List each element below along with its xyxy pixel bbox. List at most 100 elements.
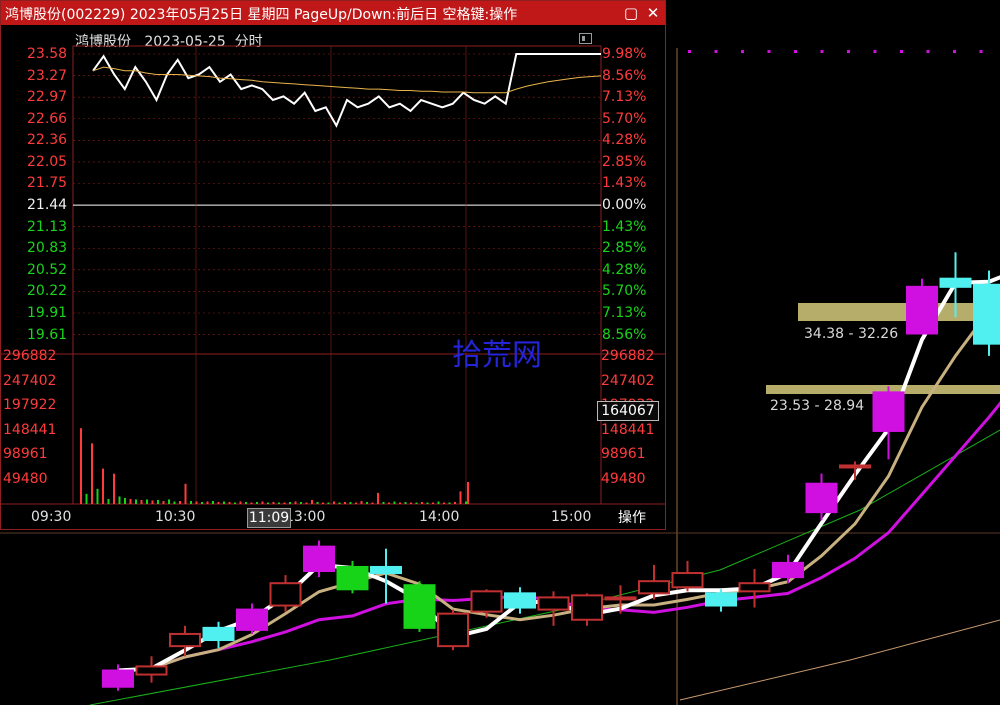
price-axis-label: 20.52 bbox=[27, 261, 68, 278]
volume-bar bbox=[234, 502, 236, 504]
candle-body bbox=[772, 561, 804, 579]
lower-range-annotation: 23.53 - 28.94 bbox=[770, 398, 865, 414]
volume-bar bbox=[228, 501, 231, 504]
time-axis-label: 14:00 bbox=[419, 509, 460, 525]
intraday-chart bbox=[1, 45, 665, 505]
volume-bar bbox=[206, 501, 209, 504]
price-axis-label: 21.75 bbox=[27, 175, 68, 192]
top-dot-marker bbox=[714, 50, 718, 53]
volume-bar bbox=[333, 501, 335, 504]
volume-bar bbox=[179, 500, 181, 504]
candle-body bbox=[102, 669, 134, 688]
chart-frame bbox=[72, 45, 602, 505]
volume-bar bbox=[366, 501, 368, 504]
volume-bar bbox=[294, 501, 297, 504]
top-dot-marker bbox=[847, 50, 850, 53]
volume-bar bbox=[404, 501, 407, 504]
volume-bar bbox=[212, 500, 214, 504]
candle-body bbox=[872, 391, 905, 432]
volume-bar bbox=[432, 502, 434, 504]
volume-bar bbox=[415, 502, 418, 504]
price-axis-label: 22.36 bbox=[27, 132, 68, 149]
volume-bar bbox=[107, 498, 110, 504]
volume-bar bbox=[173, 501, 176, 504]
volume-bar bbox=[316, 501, 319, 504]
volume-bar bbox=[135, 499, 137, 504]
volume-bar bbox=[421, 501, 423, 504]
volume-bar bbox=[393, 501, 396, 504]
candle-body bbox=[638, 580, 670, 595]
candle-body bbox=[169, 632, 201, 648]
candle-body bbox=[738, 582, 771, 593]
candle-body bbox=[939, 277, 972, 288]
candle-body bbox=[437, 612, 469, 648]
price-axis-label: 20.22 bbox=[27, 283, 68, 300]
volume-axis-label: 49480 bbox=[3, 470, 48, 487]
volume-bar bbox=[344, 501, 346, 504]
volume-bar bbox=[256, 501, 258, 504]
candle-body bbox=[671, 572, 704, 589]
volume-bar bbox=[311, 499, 313, 504]
top-dot-marker bbox=[767, 50, 771, 53]
volume-bar bbox=[162, 500, 165, 504]
volume-bar bbox=[184, 483, 187, 504]
candle-body bbox=[236, 608, 268, 631]
volume-bar bbox=[327, 502, 330, 504]
ma120-line bbox=[679, 619, 1000, 701]
top-dot-marker bbox=[820, 50, 824, 53]
top-dot-marker bbox=[926, 50, 930, 53]
top-dot-marker bbox=[794, 50, 797, 53]
price-axis-label: 21.44 bbox=[27, 197, 68, 214]
percent-axis-label: 7.13% bbox=[602, 304, 647, 321]
volume-bar bbox=[465, 501, 467, 504]
volume-bar bbox=[223, 501, 225, 504]
top-dot-marker bbox=[688, 50, 691, 53]
volume-bar bbox=[305, 502, 308, 504]
candle-body bbox=[336, 565, 369, 591]
percent-axis-label: 4.28% bbox=[602, 132, 647, 149]
volume-bar bbox=[300, 501, 302, 504]
candle-body bbox=[839, 464, 871, 469]
candle-body bbox=[135, 665, 168, 676]
price-axis-label: 21.13 bbox=[27, 218, 68, 235]
percent-axis-label: 5.70% bbox=[602, 110, 647, 127]
percent-axis-label: 7.13% bbox=[602, 89, 647, 106]
volume-bar bbox=[410, 502, 412, 504]
volume-bar bbox=[437, 501, 440, 504]
volume-axis-label: 296882 bbox=[3, 348, 57, 364]
volume-bar bbox=[113, 473, 115, 504]
price-axis-label: 20.83 bbox=[27, 240, 68, 257]
volume-axis-label: 247402 bbox=[3, 372, 57, 389]
volume-bar bbox=[129, 498, 132, 504]
volume-bar bbox=[454, 501, 456, 504]
volume-axis-label: 98961 bbox=[3, 446, 48, 462]
volume-bar bbox=[272, 501, 275, 504]
top-dot-marker bbox=[900, 50, 903, 53]
volume-axis-label: 98961 bbox=[601, 446, 646, 462]
volume-bar bbox=[190, 500, 192, 504]
volume-bar bbox=[217, 501, 220, 504]
volume-bar bbox=[338, 502, 341, 504]
operate-button[interactable]: 操作 bbox=[605, 508, 659, 528]
volume-bar bbox=[371, 502, 374, 504]
watermark-text: 拾荒网 bbox=[452, 338, 542, 373]
volume-bar bbox=[195, 501, 198, 504]
top-dot-marker bbox=[741, 50, 744, 53]
volume-bar bbox=[102, 468, 104, 504]
candle-body bbox=[504, 592, 536, 609]
volume-bar bbox=[118, 496, 121, 504]
time-axis-label: 13:00 bbox=[285, 509, 326, 525]
volume-axis-label: 148441 bbox=[3, 421, 57, 438]
price-line bbox=[92, 53, 601, 128]
volume-axis-label: 49480 bbox=[601, 470, 646, 487]
percent-axis-label: 8.56% bbox=[602, 67, 647, 84]
intraday-popup-window[interactable]: 鸿博股份(002229) 2023年05月25日 星期四 PageUp/Down… bbox=[0, 0, 666, 530]
top-dot-marker bbox=[953, 50, 956, 53]
volume-bar bbox=[261, 501, 264, 504]
time-axis-label: 15:00 bbox=[551, 509, 592, 525]
volume-bar bbox=[399, 502, 401, 504]
candle-body bbox=[537, 596, 570, 611]
price-axis-label: 23.58 bbox=[27, 46, 68, 62]
volume-axis-label: 148441 bbox=[601, 421, 655, 438]
volume-bar bbox=[151, 500, 154, 504]
